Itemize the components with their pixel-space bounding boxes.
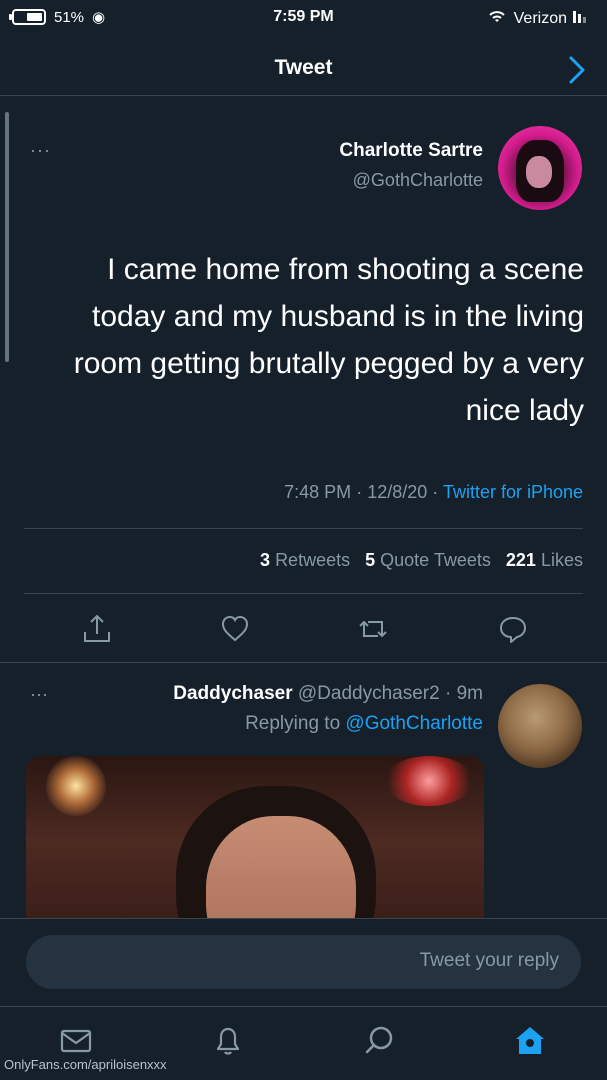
search-icon xyxy=(365,1026,393,1054)
quote-tweets-stat[interactable]: 5 Quote Tweets xyxy=(365,550,491,570)
status-bar: 51% ◉ 7:59 PM Verizon xyxy=(0,0,607,34)
page-title: Tweet xyxy=(274,56,333,79)
carrier-name: Verizon xyxy=(513,9,567,27)
divider xyxy=(24,528,583,529)
bell-icon xyxy=(216,1027,240,1055)
home-icon xyxy=(516,1027,544,1054)
reply-author-avatar[interactable] xyxy=(498,684,582,768)
reply-input-placeholder: Tweet your reply xyxy=(419,950,559,971)
tweet-source[interactable]: Twitter for iPhone xyxy=(443,482,583,502)
status-bar-right: Verizon xyxy=(486,8,589,29)
replying-to: Replying to @GothCharlotte xyxy=(245,713,483,735)
replying-to-mention[interactable]: @GothCharlotte xyxy=(345,713,483,734)
author-name[interactable]: Charlotte Sartre xyxy=(339,140,483,162)
tab-home[interactable] xyxy=(512,1023,548,1059)
tweet-date: 12/8/20 xyxy=(367,482,428,502)
share-button[interactable] xyxy=(80,612,114,646)
divider xyxy=(0,662,607,663)
watermark: OnlyFans.com/apriloisenxxx xyxy=(4,1057,167,1072)
chevron-icon xyxy=(569,56,585,84)
retweet-button[interactable] xyxy=(356,612,390,646)
divider xyxy=(24,593,583,594)
replying-to-label: Replying to xyxy=(245,713,341,734)
tweet-stats: 3 Retweets 5 Quote Tweets 221 Likes xyxy=(260,550,583,571)
reply-author-name[interactable]: Daddychaser xyxy=(173,683,292,704)
more-options-icon[interactable]: ··· xyxy=(30,140,51,161)
heart-icon xyxy=(221,615,249,642)
tab-search[interactable] xyxy=(362,1023,398,1059)
reply-header: Daddychaser @Daddychaser2 · 9m xyxy=(173,683,483,704)
reply-more-options-icon[interactable]: ··· xyxy=(30,684,48,705)
author-avatar[interactable] xyxy=(498,126,582,210)
retweets-stat[interactable]: 3 Retweets xyxy=(260,550,350,570)
reply-age: 9m xyxy=(456,683,483,704)
tweet-meta: 7:48 PM · 12/8/20 · Twitter for iPhone xyxy=(284,482,583,502)
tweet-text: I came home from shooting a scene today … xyxy=(73,253,584,427)
back-button[interactable] xyxy=(563,52,591,88)
likes-stat[interactable]: 221 Likes xyxy=(506,550,583,570)
tab-notifications[interactable] xyxy=(210,1023,246,1059)
top-navigation: Tweet xyxy=(0,44,607,96)
reply-button[interactable] xyxy=(496,612,530,646)
reply-input[interactable]: Tweet your reply xyxy=(26,935,581,989)
reply-author-handle[interactable]: @Daddychaser2 xyxy=(298,683,440,704)
compose-bar: Tweet your reply xyxy=(0,918,607,1006)
tweet-time: 7:48 PM xyxy=(284,482,352,502)
signal-icon xyxy=(573,9,589,28)
share-icon xyxy=(84,614,110,642)
author-handle[interactable]: @GothCharlotte xyxy=(353,170,483,191)
mail-icon xyxy=(60,1029,92,1053)
reply-media-image[interactable] xyxy=(26,756,484,926)
tab-messages[interactable] xyxy=(58,1023,94,1059)
tab-bar: OnlyFans.com/apriloisenxxx xyxy=(0,1006,607,1080)
reply-icon xyxy=(500,617,526,643)
scroll-indicator[interactable] xyxy=(5,112,9,362)
like-button[interactable] xyxy=(218,612,252,646)
retweet-icon xyxy=(359,620,387,638)
wifi-icon xyxy=(486,8,508,29)
